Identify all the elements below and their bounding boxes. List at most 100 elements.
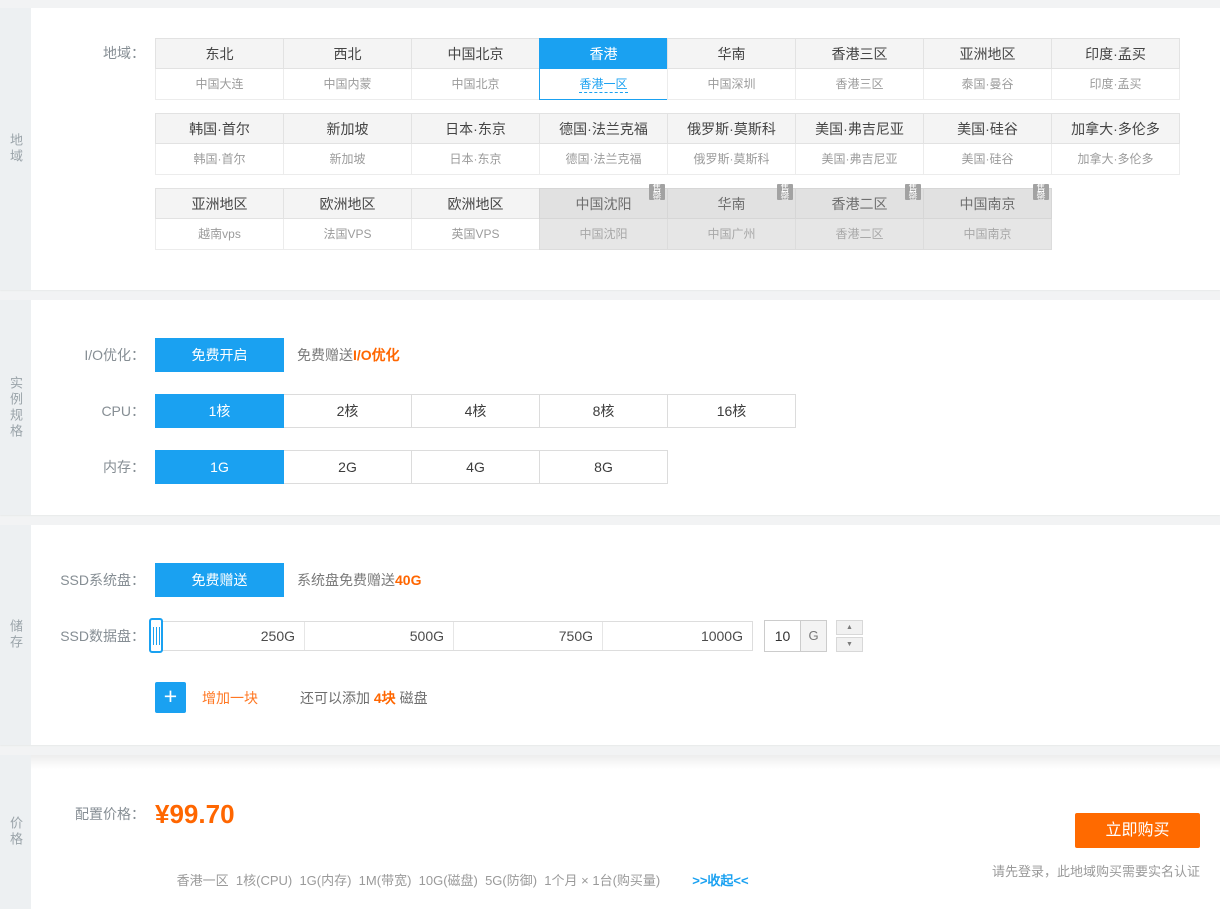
region-cell[interactable]: 东北中国大连 bbox=[155, 38, 284, 100]
region-cell[interactable]: 德国·法兰克福德国·法兰克福 bbox=[539, 113, 668, 175]
region-cell[interactable]: 印度·孟买印度·孟买 bbox=[1051, 38, 1180, 100]
region-zone: 中国深圳 bbox=[667, 69, 796, 100]
region-zone: 韩国·首尔 bbox=[155, 144, 284, 175]
memory-option[interactable]: 1G bbox=[155, 450, 284, 484]
cpu-option[interactable]: 8核 bbox=[539, 394, 668, 428]
region-name: 美国·弗吉尼亚 bbox=[795, 113, 924, 144]
region-cell: 香港二区香港二区售罄 bbox=[795, 188, 924, 250]
instance-spec-section: 实例规格 I/O优化： 免费开启 免费赠送I/O优化 CPU： 1核2核4核8核… bbox=[0, 300, 1220, 515]
region-row: 亚洲地区越南vps欧洲地区法国VPS欧洲地区英国VPS中国沈阳中国沈阳售罄华南中… bbox=[155, 188, 1180, 250]
cpu-option[interactable]: 16核 bbox=[667, 394, 796, 428]
region-cell[interactable]: 美国·弗吉尼亚美国·弗吉尼亚 bbox=[795, 113, 924, 175]
spinner-down-button[interactable]: ▼ bbox=[836, 637, 863, 652]
arrow-up-icon: ▲ bbox=[846, 624, 853, 631]
region-grid: 东北中国大连西北中国内蒙中国北京中国北京香港香港一区华南中国深圳香港三区香港三区… bbox=[155, 38, 1180, 263]
side-label-region-text: 地域 bbox=[6, 133, 25, 165]
arrow-down-icon: ▼ bbox=[846, 641, 853, 648]
side-label-price-text: 价格 bbox=[6, 816, 25, 848]
slider-tick[interactable]: 750G bbox=[454, 622, 603, 650]
region-zone: 香港一区 bbox=[539, 69, 668, 100]
region-name: 韩国·首尔 bbox=[155, 113, 284, 144]
region-cell[interactable]: 韩国·首尔韩国·首尔 bbox=[155, 113, 284, 175]
memory-row-label: 内存： bbox=[31, 450, 155, 484]
region-name: 新加坡 bbox=[283, 113, 412, 144]
region-cell[interactable]: 华南中国深圳 bbox=[667, 38, 796, 100]
collapse-link[interactable]: >>收起<< bbox=[692, 873, 748, 888]
region-name: 德国·法兰克福 bbox=[539, 113, 668, 144]
io-note: 免费赠送I/O优化 bbox=[297, 338, 400, 372]
region-cell[interactable]: 加拿大·多伦多加拿大·多伦多 bbox=[1051, 113, 1180, 175]
region-cell[interactable]: 香港香港一区 bbox=[539, 38, 668, 100]
io-note-highlight: I/O优化 bbox=[353, 347, 400, 363]
region-name: 香港三区 bbox=[795, 38, 924, 69]
add-disk-note-prefix: 还可以添加 bbox=[300, 690, 374, 706]
region-row: 韩国·首尔韩国·首尔新加坡新加坡日本·东京日本·东京德国·法兰克福德国·法兰克福… bbox=[155, 113, 1180, 175]
region-zone: 越南vps bbox=[155, 219, 284, 250]
system-disk-button[interactable]: 免费赠送 bbox=[155, 563, 284, 597]
region-zone: 加拿大·多伦多 bbox=[1051, 144, 1180, 175]
cpu-option[interactable]: 1核 bbox=[155, 394, 284, 428]
slider-tick[interactable]: 500G bbox=[305, 622, 454, 650]
slider-handle[interactable] bbox=[149, 618, 163, 653]
region-cell[interactable]: 日本·东京日本·东京 bbox=[411, 113, 540, 175]
region-cell[interactable]: 欧洲地区英国VPS bbox=[411, 188, 540, 250]
region-cell[interactable]: 香港三区香港三区 bbox=[795, 38, 924, 100]
region-name: 亚洲地区 bbox=[155, 188, 284, 219]
region-cell[interactable]: 新加坡新加坡 bbox=[283, 113, 412, 175]
cpu-option[interactable]: 4核 bbox=[411, 394, 540, 428]
side-label-instance-text: 实例规格 bbox=[6, 376, 25, 440]
data-disk-row-label: SSD数据盘： bbox=[31, 619, 155, 653]
region-row-label: 地域： bbox=[31, 38, 155, 69]
disk-size-spinner: ▲ ▼ bbox=[836, 620, 863, 652]
region-zone: 新加坡 bbox=[283, 144, 412, 175]
disk-unit-label: G bbox=[801, 620, 827, 652]
region-name: 西北 bbox=[283, 38, 412, 69]
memory-option[interactable]: 4G bbox=[411, 450, 540, 484]
spinner-up-button[interactable]: ▲ bbox=[836, 620, 863, 635]
io-optimization-button[interactable]: 免费开启 bbox=[155, 338, 284, 372]
region-cell[interactable]: 中国北京中国北京 bbox=[411, 38, 540, 100]
system-disk-row-label: SSD系统盘： bbox=[31, 563, 155, 597]
cpu-option[interactable]: 2核 bbox=[283, 394, 412, 428]
region-name: 东北 bbox=[155, 38, 284, 69]
region-cell[interactable]: 西北中国内蒙 bbox=[283, 38, 412, 100]
region-cell[interactable]: 美国·硅谷美国·硅谷 bbox=[923, 113, 1052, 175]
system-disk-note-prefix: 系统盘免费赠送 bbox=[297, 572, 395, 588]
region-section: 地域 地域： 东北中国大连西北中国内蒙中国北京中国北京香港香港一区华南中国深圳香… bbox=[0, 8, 1220, 290]
add-disk-button[interactable]: + bbox=[155, 682, 186, 713]
cpu-row-label: CPU： bbox=[31, 394, 155, 428]
region-row: 东北中国大连西北中国内蒙中国北京中国北京香港香港一区华南中国深圳香港三区香港三区… bbox=[155, 38, 1180, 100]
disk-size-input[interactable] bbox=[764, 620, 801, 652]
region-cell[interactable]: 俄罗斯·莫斯科俄罗斯·莫斯科 bbox=[667, 113, 796, 175]
slider-tick[interactable]: 250G bbox=[156, 622, 305, 650]
region-zone: 德国·法兰克福 bbox=[539, 144, 668, 175]
memory-option[interactable]: 8G bbox=[539, 450, 668, 484]
region-name: 欧洲地区 bbox=[283, 188, 412, 219]
soldout-badge: 售罄 bbox=[905, 184, 921, 200]
add-disk-note: 还可以添加 4块 磁盘 bbox=[300, 688, 428, 708]
region-name: 华南 bbox=[667, 38, 796, 69]
io-row-label: I/O优化： bbox=[31, 338, 155, 372]
side-label-instance: 实例规格 bbox=[0, 300, 31, 515]
region-zone: 印度·孟买 bbox=[1051, 69, 1180, 100]
region-zone: 美国·弗吉尼亚 bbox=[795, 144, 924, 175]
region-name: 美国·硅谷 bbox=[923, 113, 1052, 144]
region-name: 印度·孟买 bbox=[1051, 38, 1180, 69]
buy-now-button[interactable]: 立即购买 bbox=[1075, 813, 1200, 848]
disk-slider-track[interactable]: 250G500G750G1000G bbox=[155, 621, 753, 651]
add-disk-label[interactable]: 增加一块 bbox=[202, 688, 258, 708]
slider-tick[interactable]: 1000G bbox=[603, 622, 752, 650]
memory-option[interactable]: 2G bbox=[283, 450, 412, 484]
region-zone: 美国·硅谷 bbox=[923, 144, 1052, 175]
region-cell[interactable]: 欧洲地区法国VPS bbox=[283, 188, 412, 250]
io-note-prefix: 免费赠送 bbox=[297, 347, 353, 363]
region-zone: 泰国·曼谷 bbox=[923, 69, 1052, 100]
region-cell[interactable]: 亚洲地区越南vps bbox=[155, 188, 284, 250]
price-value: ¥99.70 bbox=[155, 799, 235, 829]
region-zone: 俄罗斯·莫斯科 bbox=[667, 144, 796, 175]
region-zone: 日本·东京 bbox=[411, 144, 540, 175]
price-label: 配置价格： bbox=[31, 799, 155, 829]
side-label-storage-text: 储存 bbox=[6, 619, 25, 651]
region-cell[interactable]: 亚洲地区泰国·曼谷 bbox=[923, 38, 1052, 100]
region-cell: 华南中国广州售罄 bbox=[667, 188, 796, 250]
